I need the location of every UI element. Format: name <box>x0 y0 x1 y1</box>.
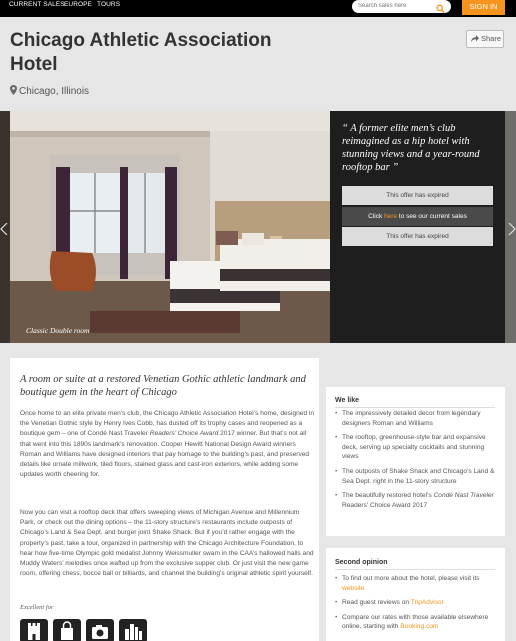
list-item: The impressively detailed decor from leg… <box>335 409 498 428</box>
bag-icon[interactable] <box>53 619 81 641</box>
current-sales-text: to see our current sales <box>398 213 467 220</box>
castle-icon[interactable] <box>20 619 48 641</box>
sign-in-button[interactable]: SIGN IN <box>462 0 505 15</box>
divider <box>335 569 495 570</box>
description-heading: A room or suite at a restored Venetian G… <box>20 374 306 398</box>
second-opinion-title: Second opinion <box>335 559 388 566</box>
we-like-card: We like The impressively detailed decor … <box>326 387 505 536</box>
offer-expired-button-2[interactable]: This offer has expired <box>342 227 493 246</box>
excellent-for-label: Excellent for <box>20 604 54 611</box>
search-box <box>352 0 451 14</box>
location-text: Chicago, Illinois <box>19 86 90 97</box>
city-icon[interactable] <box>119 619 147 641</box>
offer-panel: “ A former elite men’s club reimagined a… <box>333 111 505 343</box>
current-sales-link-box: Click here to see our current sales <box>342 207 493 226</box>
list-item: The beautifully restored hotel’s Condé N… <box>335 491 498 510</box>
search-icon[interactable] <box>436 1 445 19</box>
we-like-list: The impressively detailed decor from leg… <box>335 409 498 515</box>
website-link[interactable]: website <box>342 585 364 592</box>
booking-link[interactable]: Booking.com <box>400 623 438 630</box>
page-title: Chicago Athletic Association Hotel <box>10 30 272 75</box>
current-sales-link[interactable]: here <box>384 213 397 220</box>
offer-expired-button[interactable]: This offer has expired <box>342 186 493 205</box>
we-like-title: We like <box>335 397 359 404</box>
photo-caption: Classic Double room <box>26 326 90 335</box>
camera-icon[interactable] <box>86 619 114 641</box>
room-photo-illustration <box>10 111 330 343</box>
description-paragraph-2: Now you can visit a rooftop deck that of… <box>20 509 314 578</box>
list-item: Compare our rates with those available e… <box>335 613 498 632</box>
map-pin-icon <box>10 85 19 97</box>
search-input[interactable] <box>358 1 436 11</box>
share-button[interactable]: Share <box>466 30 504 48</box>
click-text: Click <box>368 213 383 220</box>
hero-gallery: Classic Double room “ A former elite men… <box>0 111 516 343</box>
second-opinion-card: Second opinion To find out more about th… <box>326 548 505 641</box>
pull-quote: “ A former elite men’s club reimagined a… <box>342 123 480 173</box>
list-item: The rooftop, greenhouse-style bar and ex… <box>335 433 498 462</box>
room-photo: Classic Double room <box>10 111 330 343</box>
list-item: To find out more about the hotel, please… <box>335 574 498 593</box>
nav-link-current-sales[interactable]: CURRENT SALES <box>9 1 65 8</box>
next-arrow-icon[interactable] <box>508 222 516 236</box>
nav-link-europe[interactable]: EUROPE <box>64 1 92 8</box>
location: Chicago, Illinois <box>10 85 89 97</box>
list-item: The outposts of Shake Shack and Chicago’… <box>335 467 498 486</box>
share-label: Share <box>481 34 502 43</box>
description-paragraph-1: Once home to an elite private men’s club… <box>20 410 315 479</box>
description-card: A room or suite at a restored Venetian G… <box>10 358 319 641</box>
divider <box>335 407 495 408</box>
share-icon <box>471 34 481 43</box>
second-opinion-list: To find out more about the hotel, please… <box>335 574 498 637</box>
list-item: Read guest reviews on TripAdvisor <box>335 598 498 608</box>
top-nav-bar: CURRENT SALES EUROPE TOURS SIGN IN <box>0 0 516 17</box>
previous-arrow-icon[interactable] <box>0 222 8 236</box>
tripadvisor-link[interactable]: TripAdvisor <box>411 599 444 606</box>
nav-link-tours[interactable]: TOURS <box>97 1 120 8</box>
